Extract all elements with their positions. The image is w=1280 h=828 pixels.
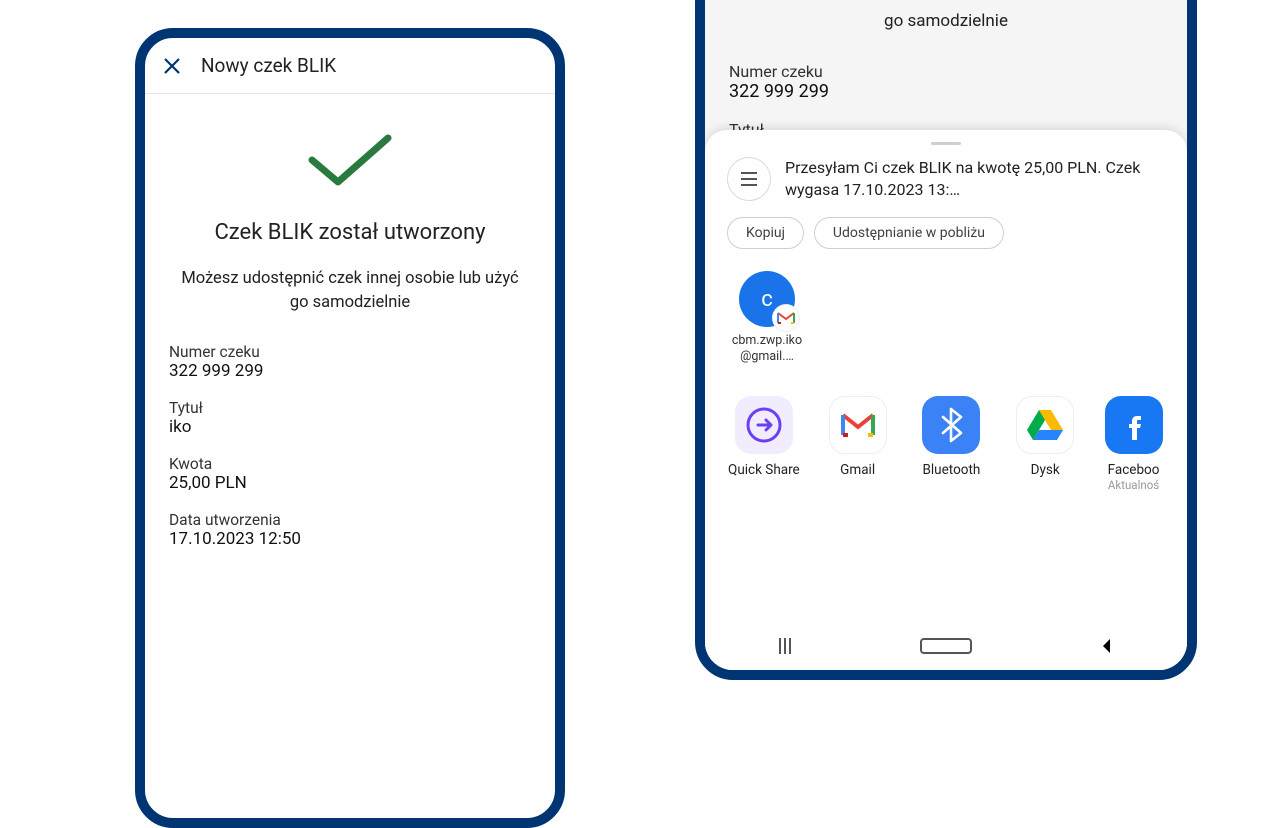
page-subtitle: Możesz udostępnić czek innej osobie lub … <box>145 267 555 315</box>
app-quick-share[interactable]: Quick Share <box>727 396 801 492</box>
copy-chip[interactable]: Kopiuj <box>727 217 804 249</box>
success-check-icon <box>145 132 555 190</box>
app-label: Dysk <box>1008 462 1082 478</box>
app-bluetooth[interactable]: Bluetooth <box>915 396 989 492</box>
share-preview-text: Przesyłam Ci czek BLIK na kwotę 25,00 PL… <box>785 157 1165 200</box>
header-title: Nowy czek BLIK <box>201 54 336 77</box>
phone-left: Nowy czek BLIK Czek BLIK został utworzon… <box>135 28 565 828</box>
nav-back-button[interactable] <box>1027 637 1186 655</box>
close-icon[interactable] <box>159 53 185 79</box>
title-value: iko <box>169 417 531 437</box>
nav-home-button[interactable] <box>866 638 1025 654</box>
title-label: Tytuł <box>169 399 531 417</box>
app-sublabel: Aktualnoś <box>1102 478 1165 492</box>
app-label: Faceboo <box>1102 462 1165 478</box>
app-label: Gmail <box>821 462 895 478</box>
nav-recent-button[interactable] <box>706 638 865 654</box>
app-header: Nowy czek BLIK <box>145 38 555 94</box>
field-amount: Kwota 25,00 PLN <box>169 455 531 493</box>
field-title: Tytuł iko <box>169 399 531 437</box>
nearby-share-chip[interactable]: Udostępnianie w pobliżu <box>814 217 1004 249</box>
check-number-label: Numer czeku <box>169 343 531 361</box>
app-label: Quick Share <box>727 462 801 478</box>
share-sheet: Przesyłam Ci czek BLIK na kwotę 25,00 PL… <box>705 130 1187 670</box>
amount-label: Kwota <box>169 455 531 473</box>
created-value: 17.10.2023 12:50 <box>169 529 531 549</box>
app-label: Bluetooth <box>915 462 989 478</box>
bluetooth-icon <box>922 396 980 454</box>
drag-handle[interactable] <box>931 142 961 145</box>
app-facebook[interactable]: Faceboo Aktualnoś <box>1102 396 1165 492</box>
field-check-number: Numer czeku 322 999 299 <box>169 343 531 381</box>
app-drive[interactable]: Dysk <box>1008 396 1082 492</box>
app-gmail[interactable]: Gmail <box>821 396 895 492</box>
created-label: Data utworzenia <box>169 511 531 529</box>
chip-row: Kopiuj Udostępnianie w pobliżu <box>727 217 1165 249</box>
android-navbar <box>705 622 1187 670</box>
facebook-icon <box>1105 396 1163 454</box>
field-created: Data utworzenia 17.10.2023 12:50 <box>169 511 531 549</box>
phone-right: go samodzielnie Numer czeku 322 999 299 … <box>695 0 1197 680</box>
share-app-row: Quick Share Gmail Bluetooth <box>727 392 1165 492</box>
page-title: Czek BLIK został utworzony <box>145 220 555 245</box>
share-preview: Przesyłam Ci czek BLIK na kwotę 25,00 PL… <box>727 157 1165 201</box>
share-contact[interactable]: c cbm.zwp.iko@gmail.… <box>727 271 807 364</box>
check-number-value: 322 999 299 <box>169 361 531 381</box>
drive-icon <box>1016 396 1074 454</box>
quick-share-icon <box>735 396 793 454</box>
contact-name: cbm.zwp.iko@gmail.… <box>727 333 807 364</box>
amount-value: 25,00 PLN <box>169 473 531 493</box>
gmail-icon <box>829 396 887 454</box>
gmail-badge-icon <box>773 305 799 331</box>
details-section: Numer czeku 322 999 299 Tytuł iko Kwota … <box>145 343 555 549</box>
document-icon <box>727 157 771 201</box>
